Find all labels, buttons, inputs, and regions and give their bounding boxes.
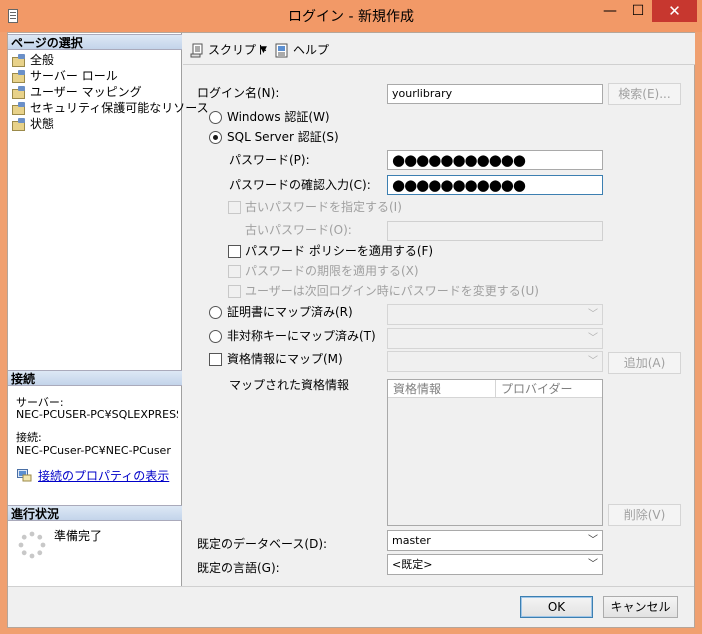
mapped-credentials-grid[interactable]: 資格情報 プロバイダー [387,379,603,526]
progress-status: 準備完了 [54,529,103,543]
page-icon [12,102,26,115]
connection-value: NEC-PCuser-PC¥NEC-PCuser [16,444,171,457]
confirm-password-label: パスワードの確認入力(C): [229,178,371,192]
add-credential-button[interactable]: 追加(A) [608,352,681,374]
progress-spinner-icon [18,531,46,559]
enforce-expiration-checkbox[interactable] [228,265,241,278]
help-button[interactable]: ヘルプ [275,42,335,60]
default-database-select[interactable]: master ﹀ [387,530,603,551]
old-password-label: 古いパスワード(O): [245,223,352,237]
script-label: スクリプト [208,43,269,57]
default-language-select[interactable]: <既定> ﹀ [387,554,603,575]
password-label: パスワード(P): [229,153,310,167]
page-icon [12,86,26,99]
maximize-button[interactable]: ☐ [624,0,652,22]
login-name-label: ログイン名(N): [197,86,280,100]
progress-header: 進行状況 [8,505,182,521]
must-change-checkbox[interactable] [228,285,241,298]
sidebar-item-server-roles[interactable]: サーバー ロール [12,68,118,84]
grid-column-credential[interactable]: 資格情報 [388,380,496,398]
cert-mapped-radio[interactable] [209,306,222,319]
default-db-label: 既定のデータベース(D): [197,537,328,551]
server-value: NEC-PCUSER-PC¥SQLEXPRESS [16,408,178,421]
connection-properties-link[interactable]: 接続のプロパティの表示 [38,467,169,484]
certificate-select[interactable]: ﹀ [387,304,603,325]
sidebar-item-label: 全般 [30,53,55,67]
help-label: ヘルプ [293,43,330,57]
enforce-policy-checkbox[interactable] [228,245,241,258]
credential-mapped-label[interactable]: 資格情報にマップ(M) [227,351,343,367]
page-select-header: ページの選択 [8,34,182,50]
default-lang-label: 既定の言語(G): [197,561,280,575]
chevron-down-icon: ﹀ [588,333,598,344]
windows-auth-label[interactable]: Windows 認証(W) [227,109,330,125]
sidebar-item-general[interactable]: 全般 [12,52,54,68]
sql-auth-label[interactable]: SQL Server 認証(S) [227,129,339,145]
sidebar-item-label: 状態 [30,117,55,131]
connection-properties-icon [17,469,32,482]
enforce-policy-label[interactable]: パスワード ポリシーを適用する(F) [245,243,433,259]
enforce-expiration-label[interactable]: パスワードの期限を適用する(X) [245,263,419,279]
ok-button[interactable]: OK [520,596,593,618]
confirm-password-input[interactable]: ●●●●●●●●●●● [387,175,603,195]
login-name-input[interactable]: yourlibrary [387,84,603,104]
page-icon [12,118,26,131]
default-language-value: <既定> [392,558,433,571]
asymmetric-key-select[interactable]: ﹀ [387,328,603,349]
help-icon [275,43,288,58]
sql-auth-radio[interactable] [209,131,222,144]
chevron-down-icon: ﹀ [588,309,598,320]
connection-header: 接続 [8,370,182,386]
cert-mapped-label[interactable]: 証明書にマップ済み(R) [227,304,353,320]
remove-credential-button[interactable]: 削除(V) [608,504,681,526]
old-password-check-label[interactable]: 古いパスワードを指定する(I) [245,199,402,215]
asym-key-mapped-radio[interactable] [209,330,222,343]
sidebar-item-user-mapping[interactable]: ユーザー マッピング [12,84,142,100]
old-password-input[interactable] [387,221,603,241]
sidebar-item-status[interactable]: 状態 [12,116,54,132]
script-button[interactable]: スクリプト ▼ [190,42,276,60]
chevron-down-icon: ﹀ [588,356,598,367]
connection-label: 接続: [16,431,42,444]
sidebar-item-label: セキュリティ保護可能なリソース [30,101,209,115]
sidebar-item-securables[interactable]: セキュリティ保護可能なリソース [12,100,209,116]
minimize-button[interactable]: — [596,0,624,22]
sidebar-item-label: ユーザー マッピング [30,85,142,99]
cancel-button[interactable]: キャンセル [603,596,678,618]
script-dropdown-arrow[interactable]: ▼ [260,42,267,58]
old-password-checkbox[interactable] [228,201,241,214]
must-change-label[interactable]: ユーザーは次回ログイン時にパスワードを変更する(U) [245,283,539,299]
credential-mapped-checkbox[interactable] [209,353,222,366]
default-database-value: master [392,534,431,547]
page-icon [12,70,26,83]
script-icon [190,43,203,58]
grid-column-provider[interactable]: プロバイダー [496,380,602,398]
credential-select[interactable]: ﹀ [387,351,603,372]
mapped-credentials-label: マップされた資格情報 [229,378,350,392]
chevron-down-icon: ﹀ [588,559,598,570]
page-icon [12,54,26,67]
asym-key-mapped-label[interactable]: 非対称キーにマップ済み(T) [227,328,376,344]
search-button[interactable]: 検索(E)... [608,83,681,105]
windows-auth-radio[interactable] [209,111,222,124]
sidebar-item-label: サーバー ロール [30,69,118,83]
chevron-down-icon: ﹀ [588,535,598,546]
password-input[interactable]: ●●●●●●●●●●● [387,150,603,170]
close-button[interactable]: ✕ [652,0,697,22]
